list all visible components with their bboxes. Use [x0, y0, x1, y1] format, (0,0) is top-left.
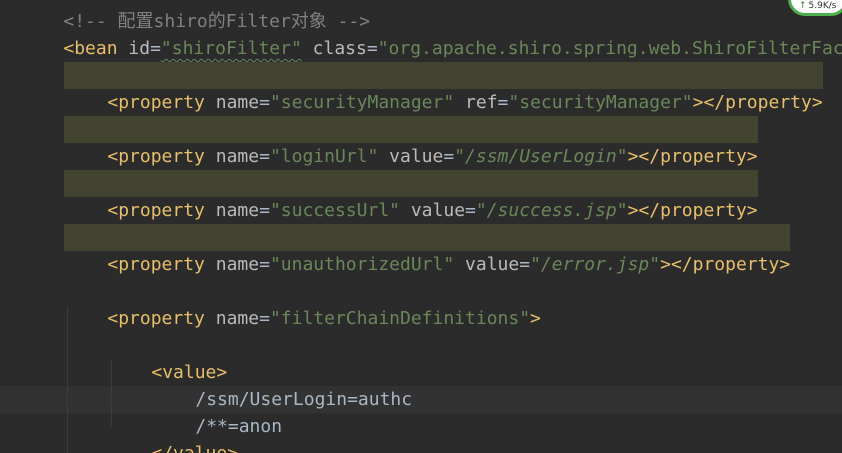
bean-open-tag: <bean — [63, 38, 118, 59]
value-attr: value — [465, 254, 520, 275]
bean-line[interactable]: <bean id="shiroFilter" class="org.apache… — [20, 8, 842, 59]
network-speed-widget[interactable]: ↑ 5.9K/s — [788, 0, 842, 16]
value-text-line[interactable]: /**=anon — [152, 386, 282, 437]
property-close-tag: ></property> — [692, 92, 823, 113]
value-attr: value — [389, 146, 444, 167]
name-attr: name — [215, 200, 260, 221]
network-speed-value: 5.9K/s — [808, 1, 837, 11]
ref-attr: ref — [465, 92, 498, 113]
value-text-line[interactable]: /ssm/UserLogin=authc — [152, 359, 412, 410]
property-line-login-url[interactable]: <property name="loginUrl" value="/ssm/Us… — [64, 116, 758, 167]
value-attr: value — [410, 200, 466, 221]
value-path: "/ssm/UserLogin" — [454, 146, 628, 167]
name-value: "securityManager" — [269, 92, 455, 113]
name-value: "loginUrl" — [269, 146, 379, 167]
value-close-tag: </value> — [151, 443, 238, 453]
property-line-filter-chain[interactable]: <property name="filterChainDefinitions"> — [64, 278, 541, 329]
class-value: "org.apache.shiro.spring.web.ShiroFilter… — [377, 38, 842, 59]
property-line-unauthorized-url[interactable]: <property name="unauthorizedUrl" value="… — [64, 224, 791, 275]
name-value: "unauthorizedUrl" — [269, 254, 455, 275]
code-editor[interactable]: <!-- 配置shiro的Filter对象 --> <bean id="shir… — [0, 0, 842, 453]
name-attr: name — [215, 92, 260, 113]
upload-arrow-icon: ↑ — [799, 1, 807, 11]
property-line-security-manager[interactable]: <property name="securityManager" ref="se… — [64, 62, 823, 113]
value-close-line[interactable]: </value> — [108, 413, 238, 453]
name-value: "filterChainDefinitions" — [269, 308, 531, 329]
property-close-tag: ></property> — [627, 200, 758, 221]
value-open-line[interactable]: <value> — [108, 332, 227, 383]
name-value: "successUrl" — [269, 200, 400, 221]
property-close-bracket: > — [530, 308, 541, 329]
class-attr: class — [312, 38, 367, 59]
property-open-tag: <property — [107, 308, 205, 329]
id-attr: id — [128, 38, 151, 59]
property-close-tag: ></property> — [660, 254, 791, 275]
value-path: "/success.jsp" — [475, 200, 628, 221]
name-attr: name — [215, 308, 260, 329]
property-open-tag: <property — [107, 146, 205, 167]
id-value: "shiroFilter" — [160, 38, 302, 59]
name-attr: name — [215, 254, 260, 275]
property-line-success-url[interactable]: <property name="successUrl" value="/succ… — [64, 170, 758, 221]
property-open-tag: <property — [107, 92, 205, 113]
property-open-tag: <property — [107, 254, 205, 275]
name-attr: name — [215, 146, 260, 167]
property-open-tag: <property — [107, 200, 205, 221]
ref-value: "securityManager" — [508, 92, 693, 113]
value-path: "/error.jsp" — [530, 254, 661, 275]
property-close-tag: ></property> — [627, 146, 758, 167]
